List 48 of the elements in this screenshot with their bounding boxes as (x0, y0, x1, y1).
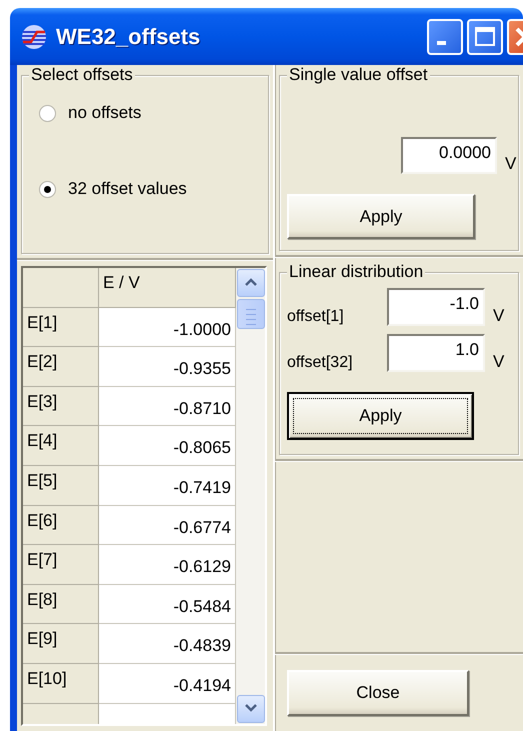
row-header: E[3] (23, 386, 99, 426)
app-icon (20, 22, 48, 50)
minimize-icon (436, 40, 446, 44)
scrollbar-thumb[interactable] (237, 299, 265, 329)
group-title: Single value offset (287, 65, 430, 85)
table-cell: -0.8710 (99, 386, 236, 426)
input-field[interactable]: 1.0 (387, 334, 485, 372)
maximize-button[interactable] (467, 18, 503, 54)
apply-button[interactable]: Apply (287, 392, 474, 440)
minimize-button[interactable] (427, 18, 463, 54)
row-header: E[5] (23, 466, 99, 506)
row-header: E[9] (23, 624, 99, 664)
field-label: offset[1] (287, 308, 345, 326)
radio-button[interactable] (39, 180, 56, 198)
unit-label: V (505, 154, 516, 174)
table-cell: -0.8065 (99, 426, 236, 466)
unit-label: V (493, 352, 504, 372)
table-cell: -0.7419 (99, 466, 236, 506)
table-cell: -0.9355 (99, 347, 236, 387)
scroll-up-button[interactable] (237, 269, 265, 297)
table-cell: -0.5484 (99, 584, 236, 624)
radio-button[interactable] (39, 104, 56, 122)
scroll-down-button[interactable] (237, 695, 265, 723)
maximize-icon (474, 26, 496, 48)
caret-down-icon (245, 704, 257, 712)
table-cell: -0.4839 (99, 624, 236, 664)
row-header: E[6] (23, 506, 99, 546)
window-title: WE32_offsets (56, 24, 202, 50)
apply-button[interactable]: Apply (287, 194, 475, 239)
field-label: offset[32] (287, 354, 354, 372)
row-header: E[8] (23, 584, 99, 624)
row-header: E[2] (23, 347, 99, 387)
close-button[interactable]: Close (287, 670, 469, 716)
row-header: E[10] (23, 664, 99, 704)
unit-label: V (493, 306, 504, 326)
table-cell: -0.4194 (99, 664, 236, 704)
table-cell: -1.0000 (99, 308, 236, 348)
radio-label[interactable]: 32 offset values (68, 179, 187, 199)
input-field[interactable]: -1.0 (387, 288, 485, 326)
row-header: E[1] (23, 308, 99, 348)
table-cell: -0.6129 (99, 545, 236, 585)
caret-up-icon (245, 278, 257, 286)
row-header: E[7] (23, 545, 99, 585)
radio-label[interactable]: no offsets (68, 103, 142, 123)
table-cell: -0.6774 (99, 506, 236, 546)
input-field[interactable]: 0.0000 (401, 137, 497, 174)
column-header: E / V (99, 268, 236, 308)
row-header: E[4] (23, 426, 99, 466)
